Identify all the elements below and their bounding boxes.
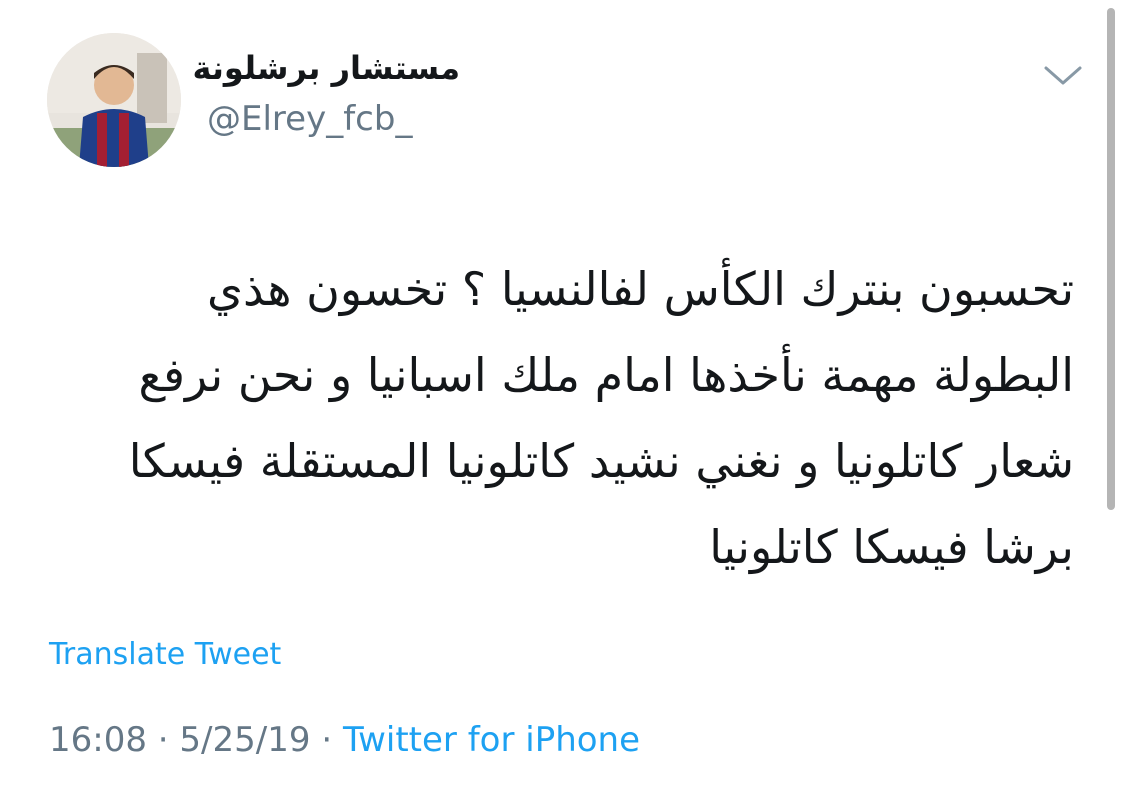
author-display-name[interactable]: مستشار برشلونة <box>192 52 460 84</box>
tweet-text: تحسبون بنترك الكأس لفالنسيا ؟ تخسون هذي … <box>44 246 1074 590</box>
avatar[interactable] <box>47 33 181 167</box>
tweet-meta: 16:08 · 5/25/19 · Twitter for iPhone <box>49 720 640 760</box>
tweet-date[interactable]: 5/25/19 <box>179 720 310 760</box>
avatar-photo <box>47 33 181 167</box>
scrollbar[interactable] <box>1107 8 1115 510</box>
tweet-line: البطولة مهمة نأخذها امام ملك اسبانيا و ن… <box>138 348 1074 402</box>
translate-tweet-link[interactable]: Translate Tweet <box>49 638 281 671</box>
meta-separator: · <box>321 720 333 760</box>
tweet-line: شعار كاتلونيا و نغني نشيد كاتلونيا المست… <box>128 434 1074 488</box>
chevron-down-icon[interactable] <box>1040 60 1086 90</box>
author-handle[interactable]: @Elrey_fcb_ <box>207 102 412 136</box>
meta-separator: · <box>157 720 169 760</box>
tweet-time[interactable]: 16:08 <box>49 720 147 760</box>
tweet-line: تحسبون بنترك الكأس لفالنسيا ؟ تخسون هذي <box>207 262 1074 316</box>
tweet-line: برشا فيسكا كاتلونيا <box>709 520 1074 574</box>
tweet-source-link[interactable]: Twitter for iPhone <box>343 720 640 760</box>
